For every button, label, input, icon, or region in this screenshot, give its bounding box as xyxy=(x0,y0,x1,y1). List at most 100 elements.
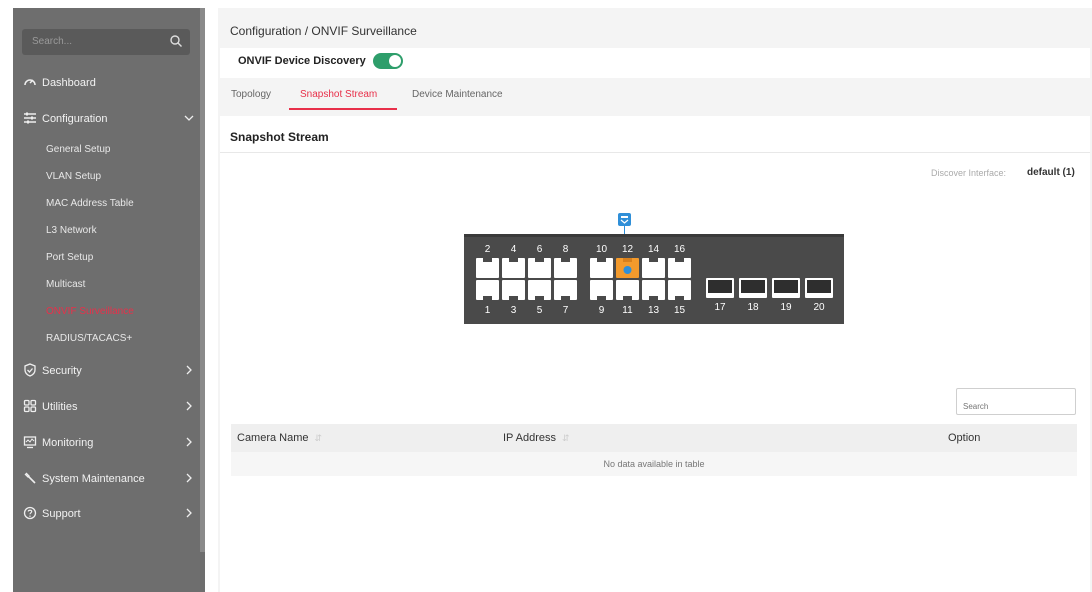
port-notch xyxy=(509,296,518,300)
port-label: 17 xyxy=(714,302,726,313)
col-option-label: Option xyxy=(948,432,981,444)
chevron-right-icon xyxy=(186,473,192,483)
breadcrumb: Configuration / ONVIF Surveillance xyxy=(230,24,417,38)
uplink-icon[interactable] xyxy=(618,213,631,234)
sidebar-item-label: Dashboard xyxy=(42,77,96,89)
sidebar-item-utilities[interactable]: Utilities xyxy=(20,396,200,418)
port-notch xyxy=(561,296,570,300)
port-label: 7 xyxy=(563,305,569,316)
port-label: 9 xyxy=(599,305,605,316)
discovery-toggle[interactable] xyxy=(373,53,403,69)
port-label: 6 xyxy=(537,244,543,255)
empty-table-message: No data available in table xyxy=(603,459,705,469)
sidebar-sub-mac-address-table[interactable]: MAC Address Table xyxy=(46,198,134,209)
col-ip-address[interactable]: IP Address ⇵ xyxy=(503,432,570,444)
sort-icon: ⇵ xyxy=(314,433,323,443)
col-camera-name[interactable]: Camera Name ⇵ xyxy=(237,432,322,444)
port-label: 4 xyxy=(511,244,517,255)
port-notch xyxy=(675,258,684,262)
panel-title: Snapshot Stream xyxy=(230,130,329,144)
sidebar-item-label: Configuration xyxy=(42,113,108,125)
port-notch xyxy=(561,258,570,262)
sfp-slot xyxy=(807,280,831,293)
port-label: 2 xyxy=(485,244,491,255)
sidebar-sub-multicast[interactable]: Multicast xyxy=(46,279,85,290)
sfp-slot xyxy=(708,280,732,293)
sidebar-sub-l3-network[interactable]: L3 Network xyxy=(46,225,97,236)
port-label: 12 xyxy=(622,244,634,255)
port-notch xyxy=(535,296,544,300)
port-label: 11 xyxy=(622,305,633,316)
col-option: Option xyxy=(948,432,980,444)
port-notch xyxy=(597,258,606,262)
sidebar-scrollbar[interactable] xyxy=(200,8,205,552)
port-label: 8 xyxy=(563,244,569,255)
port-label: 10 xyxy=(596,244,608,255)
port-label: 20 xyxy=(813,302,825,313)
chevron-right-icon xyxy=(186,508,192,518)
port-label: 13 xyxy=(648,305,660,316)
port-label: 19 xyxy=(780,302,792,313)
col-camera-name-label: Camera Name xyxy=(237,432,309,444)
port-notch xyxy=(535,258,544,262)
chevron-right-icon xyxy=(186,437,192,447)
sidebar-sub-radius-tacacs[interactable]: RADIUS/TACACS+ xyxy=(46,333,132,344)
active-tab-indicator xyxy=(289,108,397,110)
tab-topology[interactable]: Topology xyxy=(231,89,271,100)
port-label: 1 xyxy=(485,305,491,316)
sidebar-item-label: Utilities xyxy=(42,401,78,413)
camera-indicator-icon[interactable] xyxy=(623,266,632,274)
port-notch xyxy=(509,258,518,262)
sliders-icon xyxy=(24,112,36,124)
discovery-label: ONVIF Device Discovery xyxy=(238,55,366,67)
chevron-right-icon xyxy=(186,401,192,411)
wrench-icon xyxy=(24,472,36,484)
tab-snapshot-stream[interactable]: Snapshot Stream xyxy=(300,89,377,100)
monitor-icon xyxy=(23,436,37,449)
discover-interface-label: Discover Interface: xyxy=(931,168,1007,178)
toggle-knob xyxy=(389,55,401,67)
port-notch xyxy=(675,296,684,300)
col-ip-address-label: IP Address xyxy=(503,432,556,444)
discover-interface-value[interactable]: default (1) xyxy=(1027,167,1075,178)
port-notch xyxy=(649,258,658,262)
sfp-slot xyxy=(774,280,798,293)
table-search-input[interactable] xyxy=(956,388,1076,415)
help-icon xyxy=(23,506,37,520)
sidebar-sub-onvif-surveillance[interactable]: ONVIF Surveillance xyxy=(46,306,134,317)
sidebar-sub-general-setup[interactable]: General Setup xyxy=(46,144,111,155)
port-notch xyxy=(483,258,492,262)
port-label: 15 xyxy=(674,305,686,316)
sidebar-sub-vlan-setup[interactable]: VLAN Setup xyxy=(46,171,101,182)
shield-icon xyxy=(24,363,36,377)
port-label: 14 xyxy=(648,244,660,255)
sidebar-search-input[interactable]: Search... xyxy=(22,29,190,55)
chevron-right-icon xyxy=(186,365,192,375)
port-notch xyxy=(483,296,492,300)
sort-icon: ⇵ xyxy=(562,433,570,443)
chevron-down-icon xyxy=(184,115,194,121)
port-notch xyxy=(597,296,606,300)
sidebar-item-label: System Maintenance xyxy=(42,473,145,485)
sidebar-item-label: Monitoring xyxy=(42,437,94,449)
sfp-slot xyxy=(741,280,765,293)
sidebar-item-dashboard[interactable]: Dashboard xyxy=(20,72,200,94)
tab-device-maintenance[interactable]: Device Maintenance xyxy=(412,89,503,100)
port-label: 3 xyxy=(511,305,517,316)
app-window: Search... Dashboard Configuration Genera… xyxy=(0,0,1092,592)
port-label: 16 xyxy=(674,244,686,255)
sidebar-item-security[interactable]: Security xyxy=(20,360,200,382)
dashboard-icon xyxy=(24,79,36,86)
sidebar-item-system-maintenance[interactable]: System Maintenance xyxy=(20,468,200,490)
snapshot-panel xyxy=(220,116,1090,592)
sidebar-sub-port-setup[interactable]: Port Setup xyxy=(46,252,93,263)
search-icon[interactable] xyxy=(169,34,183,48)
sidebar-item-support[interactable]: Support xyxy=(20,503,200,525)
sidebar-item-monitoring[interactable]: Monitoring xyxy=(20,432,200,454)
panel-divider xyxy=(220,152,1090,153)
port-notch xyxy=(623,258,632,262)
port-label: 18 xyxy=(747,302,759,313)
sidebar-item-configuration[interactable]: Configuration xyxy=(20,108,200,130)
port-notch xyxy=(649,296,658,300)
grid-icon xyxy=(23,399,37,413)
